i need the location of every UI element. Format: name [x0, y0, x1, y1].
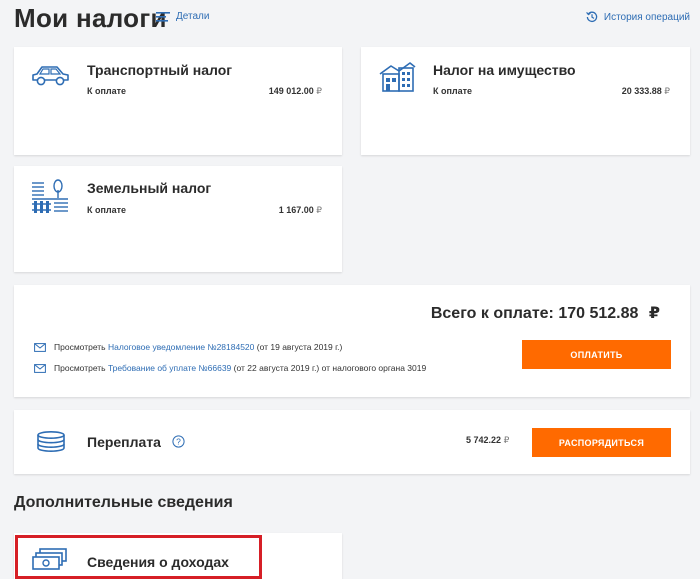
overpayment-title: Переплата: [87, 434, 161, 450]
car-icon: [32, 66, 69, 86]
page-title: Мои налоги: [14, 3, 167, 33]
payment-demand-link[interactable]: Требование об уплате №66639: [108, 363, 231, 373]
history-icon: [586, 11, 598, 23]
history-link[interactable]: История операций: [586, 11, 690, 23]
details-label: Детали: [176, 11, 210, 22]
payment-summary-card: Всего к оплате: 170 512.88 ₽ Просмотреть…: [14, 285, 690, 397]
envelope-icon: [34, 363, 46, 373]
tax-label: К оплате: [87, 86, 127, 96]
overpayment-amount: 5 742.22 ₽: [466, 435, 509, 446]
coins-icon: [37, 431, 65, 452]
notice-suffix: (от 19 августа 2019 г.): [256, 342, 343, 352]
list-icon: [156, 11, 170, 22]
tax-amount: 1 167.00 ₽: [279, 205, 322, 216]
details-link[interactable]: Детали: [156, 11, 209, 22]
notice-line: Просмотреть Налоговое уведомление №28184…: [34, 342, 342, 352]
svg-text:?: ?: [176, 437, 181, 447]
money-stack-icon: [32, 548, 67, 570]
dispose-button[interactable]: РАСПОРЯДИТЬСЯ: [532, 428, 671, 457]
transport-tax-card[interactable]: Транспортный налог К оплате 149 012.00 ₽: [14, 47, 342, 155]
notice-prefix: Просмотреть: [54, 342, 106, 352]
ruble-sign: ₽: [503, 435, 510, 445]
land-icon: [32, 179, 68, 213]
tax-label: К оплате: [433, 86, 473, 96]
tax-title: Налог на имущество: [433, 62, 576, 78]
tax-title: Транспортный налог: [87, 62, 233, 78]
tax-amount-value: 20 333.88: [621, 86, 662, 96]
demand-prefix: Просмотреть: [54, 363, 106, 373]
demand-line: Просмотреть Требование об уплате №66639 …: [34, 363, 426, 373]
tax-title: Земельный налог: [87, 180, 212, 196]
ruble-sign: ₽: [664, 86, 670, 96]
tax-notice-link[interactable]: Налоговое уведомление №28184520: [108, 342, 254, 352]
house-icon: [379, 62, 416, 92]
land-tax-card[interactable]: Земельный налог К оплате 1 167.00 ₽: [14, 166, 342, 272]
overpayment-value: 5 742.22: [466, 435, 502, 445]
overpayment-card: Переплата ? 5 742.22 ₽ РАСПОРЯДИТЬСЯ: [14, 410, 690, 474]
total-label: Всего к оплате: 170 512.88: [430, 305, 639, 322]
help-icon[interactable]: ?: [172, 435, 185, 448]
income-title: Сведения о доходах: [87, 554, 229, 570]
tax-label: К оплате: [87, 205, 127, 215]
property-tax-card[interactable]: Налог на имущество К оплате 20 333.88 ₽: [361, 47, 690, 155]
history-label: История операций: [603, 11, 690, 23]
ruble-sign: ₽: [648, 305, 660, 322]
demand-suffix: (от 22 августа 2019 г.) от налогового ор…: [233, 363, 427, 373]
section-title: Дополнительные сведения: [14, 494, 233, 511]
income-info-card[interactable]: Сведения о доходах: [14, 533, 342, 579]
tax-amount: 149 012.00 ₽: [269, 86, 322, 97]
total-to-pay: Всего к оплате: 170 512.88 ₽: [431, 303, 660, 323]
ruble-sign: ₽: [316, 205, 322, 215]
pay-button[interactable]: ОПЛАТИТЬ: [522, 340, 671, 369]
tax-amount: 20 333.88 ₽: [622, 86, 670, 97]
envelope-icon: [34, 342, 46, 352]
tax-amount-value: 149 012.00: [268, 86, 314, 96]
tax-amount-value: 1 167.00: [278, 205, 314, 215]
page-header: Мои налоги Детали История операций: [14, 2, 690, 36]
ruble-sign: ₽: [316, 86, 322, 96]
